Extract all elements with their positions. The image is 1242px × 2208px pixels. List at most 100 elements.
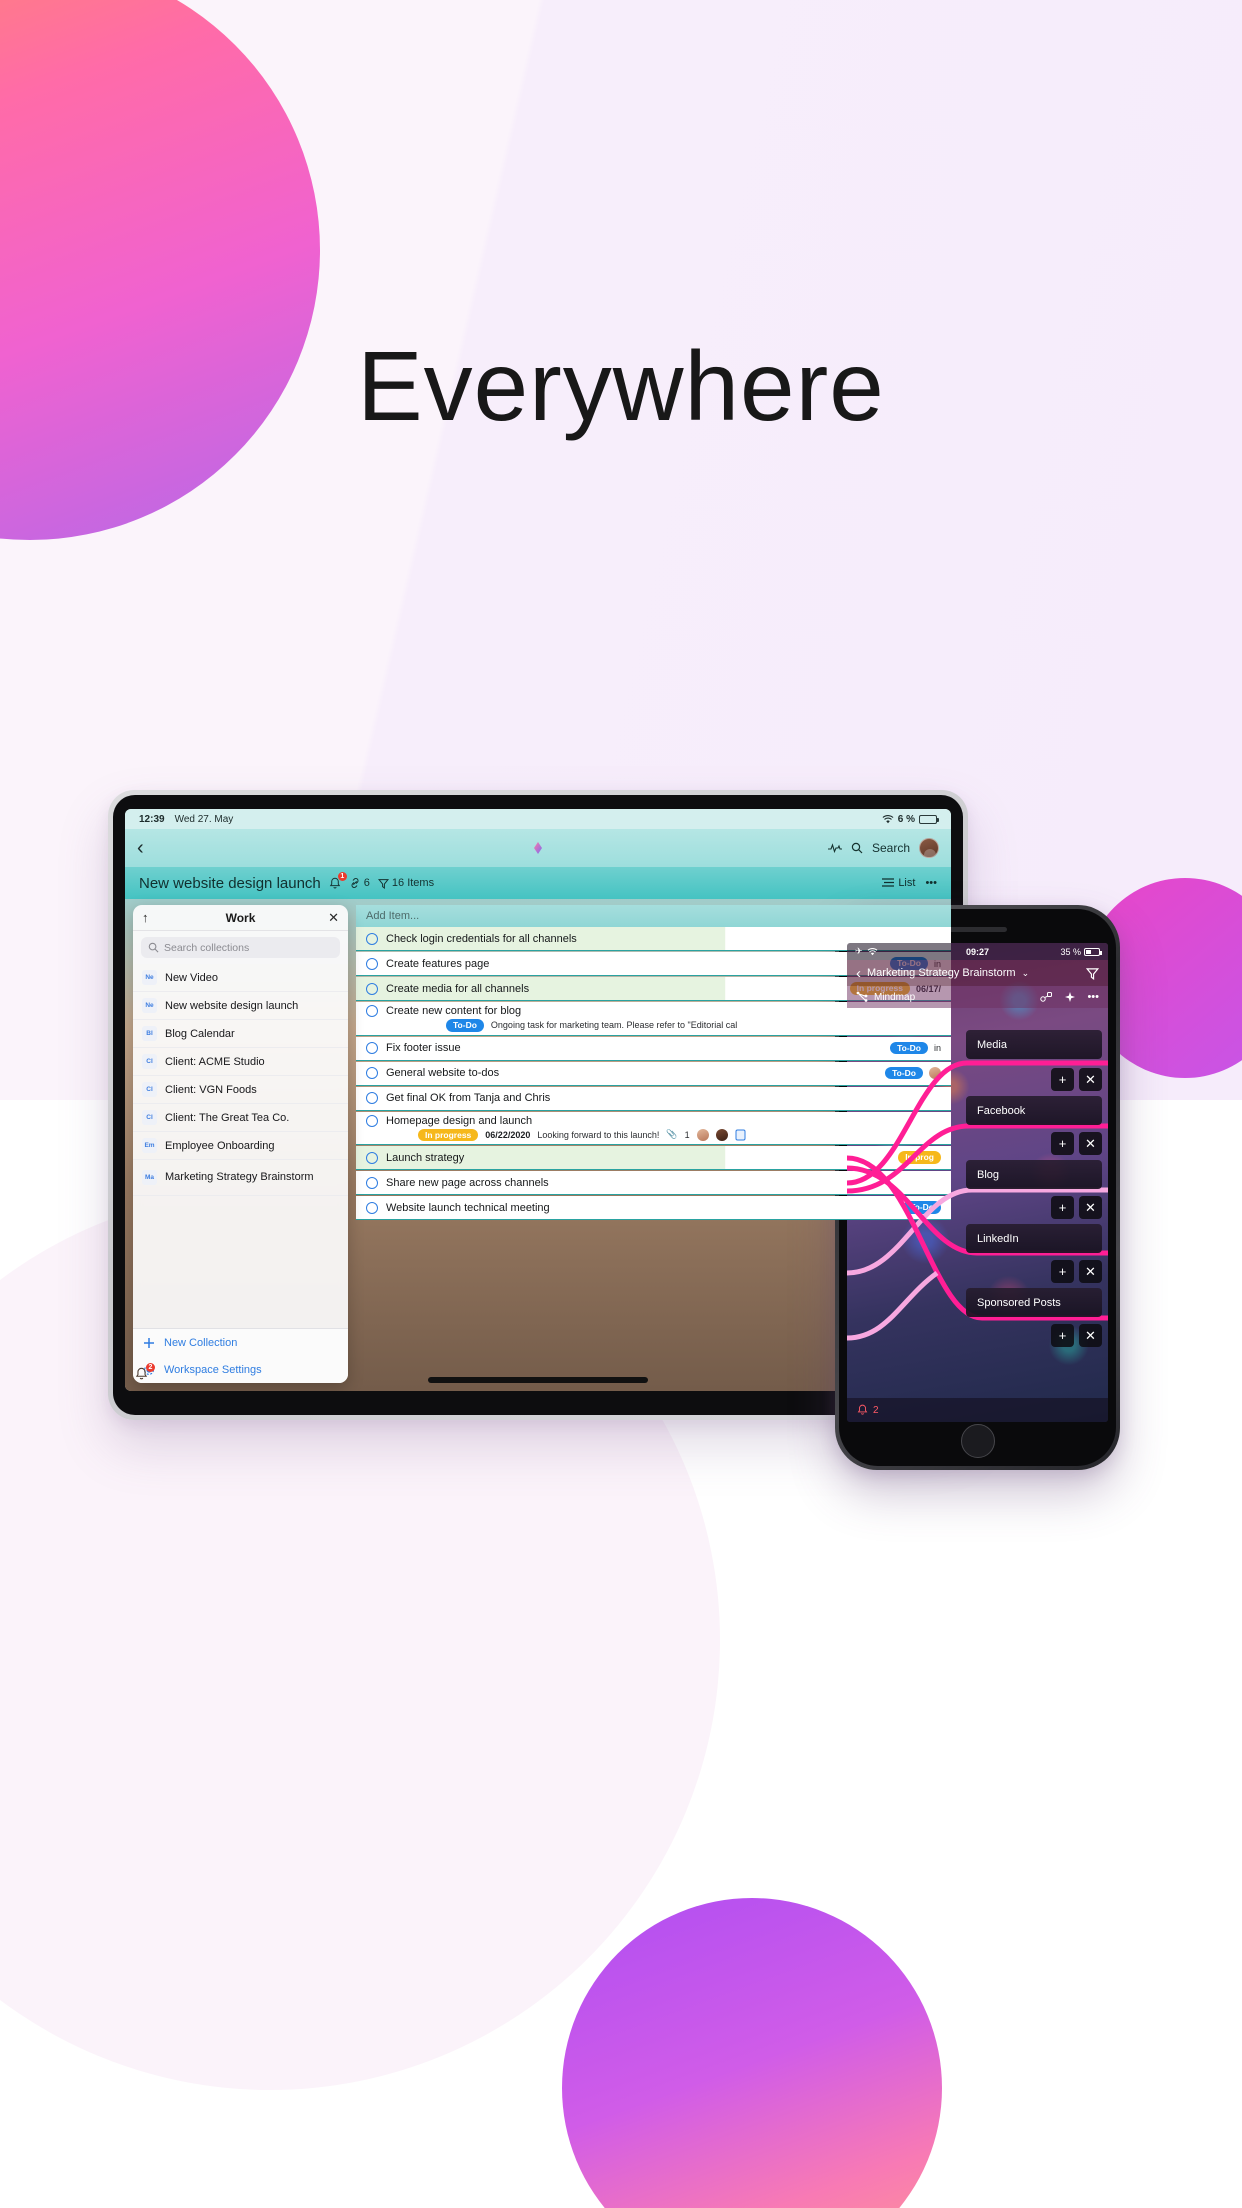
page-title: Everywhere	[357, 331, 885, 441]
task-checkbox[interactable]	[366, 1042, 378, 1054]
sidebar-item-label: Client: The Great Tea Co.	[165, 1111, 290, 1124]
sidebar-item-blog-calendar[interactable]: Bl Blog Calendar	[133, 1020, 348, 1048]
phone-toolbar: Mindmap •••	[847, 986, 1108, 1008]
sidebar-search-wrap: Search collections	[133, 931, 348, 964]
bell-icon[interactable]: 1	[329, 871, 347, 890]
close-icon[interactable]: ✕	[1079, 1196, 1102, 1219]
workspace-name: Work	[225, 910, 256, 925]
background-blob-bottom	[562, 1898, 942, 2208]
sidebar-item-client-acme-studio[interactable]: Cl Client: ACME Studio	[133, 1048, 348, 1076]
chevron-left-icon[interactable]: ‹	[137, 838, 144, 858]
mindmap-node[interactable]: Media	[966, 1030, 1102, 1059]
notifications-bell-button[interactable]: 2	[135, 1363, 155, 1381]
new-collection-button[interactable]: New Collection	[133, 1329, 348, 1356]
link-icon	[349, 877, 361, 889]
workspace-settings-label: Workspace Settings	[164, 1363, 262, 1376]
sidebar-footer: New Collection Workspace Settings	[133, 1328, 348, 1383]
task-checkbox[interactable]	[366, 1176, 378, 1189]
sidebar-header: ↑ Work ✕	[133, 905, 348, 931]
collections-list: Ne New Video Ne New website design launc…	[133, 964, 348, 1328]
status-badge: To-Do	[446, 1019, 484, 1032]
mindmap-node-actions: + ✕	[1051, 1260, 1102, 1283]
user-avatar[interactable]	[919, 838, 939, 858]
search-label[interactable]: Search	[872, 841, 910, 855]
mindmap-node[interactable]: Blog	[966, 1160, 1102, 1189]
chevron-left-icon[interactable]: ‹	[856, 965, 861, 982]
close-icon[interactable]: ✕	[1079, 1068, 1102, 1091]
sidebar-item-new-video[interactable]: Ne New Video	[133, 964, 348, 992]
sidebar-item-label: New website design launch	[165, 999, 299, 1012]
task-title: Share new page across channels	[386, 1176, 549, 1189]
search-collections-input[interactable]: Search collections	[141, 937, 340, 958]
plus-icon[interactable]: +	[1051, 1324, 1074, 1347]
sidebar-item-client-vgn-foods[interactable]: Cl Client: VGN Foods	[133, 1076, 348, 1104]
task-title: Get final OK from Tanja and Chris	[386, 1092, 551, 1104]
items-meta[interactable]: 16 Items	[377, 877, 434, 889]
sidebar-item-new-website-design-launch[interactable]: Ne New website design launch	[133, 992, 348, 1020]
sidebar-item-client-the-great-tea-co[interactable]: Cl Client: The Great Tea Co.	[133, 1104, 348, 1132]
sidebar-item-employee-onboarding[interactable]: Em Employee Onboarding	[133, 1132, 348, 1160]
task-checkbox[interactable]	[366, 1201, 378, 1214]
mindmap-node-label: Media	[977, 1038, 1007, 1051]
phone-footer: 2	[847, 1398, 1108, 1422]
activity-icon[interactable]	[827, 843, 842, 853]
plus-icon[interactable]: +	[1051, 1132, 1074, 1155]
search-collections-placeholder: Search collections	[164, 941, 250, 954]
task-checkbox[interactable]	[366, 957, 378, 970]
collection-tag: Ne	[142, 998, 157, 1013]
search-icon[interactable]	[851, 842, 863, 854]
close-icon[interactable]: ✕	[1079, 1132, 1102, 1155]
attachment-icon: 📎	[666, 1129, 678, 1140]
workspace-settings-button[interactable]: Workspace Settings	[133, 1356, 348, 1383]
task-checkbox[interactable]	[366, 982, 378, 995]
task-checkbox[interactable]	[366, 932, 378, 945]
task-title: General website to-dos	[386, 1067, 500, 1079]
airplane-icon: ✈	[855, 946, 863, 956]
expand-icon[interactable]	[1064, 991, 1076, 1003]
arrow-up-icon[interactable]: ↑	[142, 910, 158, 925]
phone-battery-label: 35 %	[1060, 946, 1081, 957]
status-badge: In progress	[418, 1128, 479, 1141]
bell-icon[interactable]	[857, 1404, 868, 1416]
attachment-count: 1	[684, 1129, 690, 1140]
close-icon[interactable]: ✕	[1079, 1324, 1102, 1347]
tablet-status-date: Wed 27. May	[174, 813, 234, 825]
task-checkbox[interactable]	[366, 1151, 378, 1164]
attachments-count: 6	[363, 877, 370, 889]
app-logo-icon	[530, 840, 546, 856]
tablet-battery-label: 6 %	[897, 813, 915, 825]
task-title: Create features page	[386, 957, 490, 970]
task-checkbox[interactable]	[366, 1005, 378, 1017]
close-icon[interactable]: ✕	[1079, 1260, 1102, 1283]
phone-speaker	[948, 927, 1007, 932]
mindmap-node[interactable]: Facebook	[966, 1096, 1102, 1125]
wifi-icon	[867, 947, 878, 956]
close-icon[interactable]: ✕	[323, 910, 339, 926]
task-checkbox[interactable]	[366, 1067, 378, 1079]
add-item-input[interactable]: Add Item...	[356, 905, 951, 927]
attachments-meta: 6	[349, 877, 370, 889]
nodes-icon[interactable]	[1040, 991, 1053, 1003]
more-icon[interactable]: •••	[925, 877, 937, 889]
tablet-title-bar: New website design launch 1 6 16 Items L…	[125, 867, 951, 899]
mindmap-icon	[856, 991, 868, 1003]
task-note: Looking forward to this launch!	[537, 1129, 660, 1140]
task-checkbox[interactable]	[366, 1114, 378, 1127]
more-icon[interactable]: •••	[1087, 991, 1099, 1003]
plus-icon[interactable]: +	[1051, 1196, 1074, 1219]
mindmap-node[interactable]: Sponsored Posts	[966, 1288, 1102, 1317]
mindmap-node[interactable]: LinkedIn	[966, 1224, 1102, 1253]
sidebar-item-marketing-strategy-brainstorm[interactable]: Ma Marketing Strategy Brainstorm	[133, 1160, 348, 1196]
mindmap-canvas[interactable]: Media + ✕ Facebook + ✕ Blog + ✕ LinkedIn…	[847, 1008, 1108, 1398]
sidebar-item-label: New Video	[165, 971, 218, 984]
plus-icon[interactable]: +	[1051, 1260, 1074, 1283]
task-checkbox[interactable]	[366, 1092, 378, 1104]
chevron-down-icon[interactable]: ⌄	[1022, 968, 1030, 979]
filter-icon[interactable]	[1086, 967, 1099, 980]
plus-icon[interactable]: +	[1051, 1068, 1074, 1091]
mindmap-label: Mindmap	[874, 991, 916, 1003]
battery-icon	[919, 814, 939, 824]
list-view-toggle[interactable]: List	[882, 877, 915, 889]
home-button[interactable]	[960, 1424, 995, 1458]
phone-bezel: ✈ 09:27 35 % ‹ Marketing Strategy Brains…	[839, 909, 1116, 1466]
